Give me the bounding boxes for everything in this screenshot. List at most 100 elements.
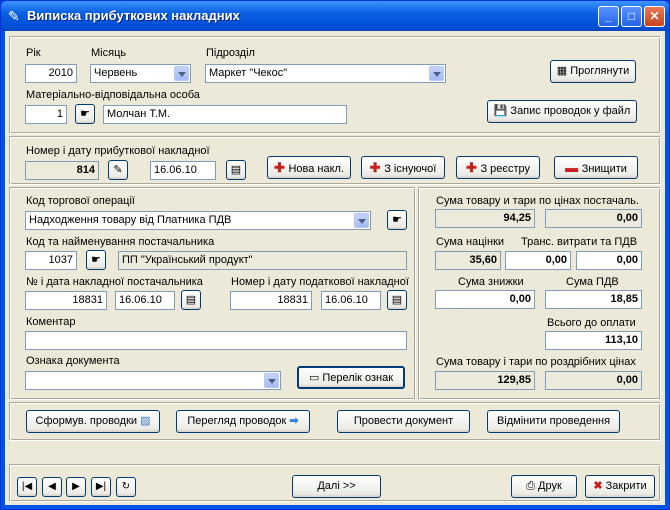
supplier-invoice-calendar-button[interactable]: ▤ bbox=[181, 290, 201, 310]
last-record-button[interactable]: ▶| bbox=[91, 477, 111, 497]
tax-invoice-number-field[interactable]: 18831 bbox=[230, 291, 312, 310]
chevron-down-icon[interactable] bbox=[354, 213, 369, 228]
year-field[interactable]: 2010 bbox=[25, 64, 77, 83]
plus-icon: ✚ bbox=[369, 160, 385, 175]
edit-note-icon: ✎ bbox=[113, 164, 123, 176]
division-value: Маркет "Чекос" bbox=[209, 67, 288, 79]
save-postings-button[interactable]: 💾 Запис проводок у файл bbox=[487, 100, 637, 123]
retail-prices-label: Сума товару і тари по роздрібних цінах bbox=[436, 356, 636, 368]
marks-list-button[interactable]: ▭ Перелік ознак bbox=[297, 366, 405, 389]
arrow-right-icon: ➡ bbox=[286, 415, 299, 427]
supplier-name-field: ПП "Український продукт" bbox=[118, 251, 407, 270]
vat-label: Сума ПДВ bbox=[566, 276, 619, 288]
supplier-lookup-button[interactable]: ☛ bbox=[86, 250, 106, 270]
review-postings-label: Перегляд проводок bbox=[187, 415, 287, 427]
calendar-icon: ▤ bbox=[391, 294, 403, 306]
close-label: Закрити bbox=[605, 480, 647, 492]
first-record-button[interactable]: |◀ bbox=[17, 477, 37, 497]
list-icon: ▭ bbox=[308, 372, 323, 384]
comment-field[interactable] bbox=[25, 331, 407, 350]
form-postings-button[interactable]: Сформув. проводки ▧ bbox=[26, 410, 160, 433]
next-page-label: Далі >> bbox=[317, 480, 356, 492]
invoice-edit-button[interactable]: ✎ bbox=[108, 160, 128, 180]
invoice-date-calendar-button[interactable]: ▤ bbox=[226, 160, 246, 180]
transport-label: Транс. витрати та ПДВ bbox=[521, 236, 638, 248]
view-button-label: Проглянути bbox=[570, 65, 630, 77]
supplier-prices-label: Сума товару и тари по цінах постачаль. bbox=[436, 195, 640, 207]
close-icon: ✕ bbox=[649, 9, 660, 23]
transport-field-2[interactable]: 0,00 bbox=[576, 251, 642, 270]
markup-label: Сума націнки bbox=[436, 236, 505, 248]
resp-code-field[interactable]: 1 bbox=[25, 105, 67, 124]
month-label: Місяць bbox=[91, 47, 127, 59]
supplier-invoice-number-field[interactable]: 18831 bbox=[25, 291, 107, 310]
resp-lookup-button[interactable]: ☛ bbox=[75, 104, 95, 124]
print-label: Друк bbox=[538, 480, 562, 492]
maximize-icon: □ bbox=[627, 9, 636, 23]
vat-field[interactable]: 18,85 bbox=[545, 290, 642, 309]
scroll-icon: ▧ bbox=[137, 415, 151, 427]
print-button[interactable]: ⎙ Друк bbox=[511, 475, 577, 498]
window-title: Виписка прибуткових накладних bbox=[27, 8, 240, 23]
review-postings-button[interactable]: Перегляд проводок ➡ bbox=[176, 410, 310, 433]
operation-label: Код торгової операції bbox=[26, 195, 135, 207]
previous-record-button[interactable]: ◀ bbox=[42, 477, 62, 497]
calendar-icon: ▤ bbox=[185, 294, 197, 306]
view-icon: ▦ bbox=[556, 65, 571, 77]
floppy-disk-icon: 💾 bbox=[493, 105, 511, 117]
calendar-icon: ▤ bbox=[230, 164, 242, 176]
cancel-posting-button[interactable]: Відмінити проведення bbox=[487, 410, 620, 433]
invoice-date-field[interactable]: 16.06.10 bbox=[150, 161, 216, 180]
tax-invoice-calendar-button[interactable]: ▤ bbox=[387, 290, 407, 310]
invoice-label: Номер і дату прибуткової накладної bbox=[26, 145, 210, 157]
invoice-number-field[interactable]: 814 bbox=[25, 161, 99, 180]
next-record-icon: ▶ bbox=[72, 481, 80, 492]
post-document-button[interactable]: Провести документ bbox=[337, 410, 470, 433]
supplier-label: Код та найменування постачальника bbox=[26, 236, 215, 248]
supplier-prices-tare-field: 0,00 bbox=[545, 209, 642, 228]
minimize-button[interactable]: _ bbox=[598, 6, 619, 27]
delete-invoice-button[interactable]: ▬ Знищити bbox=[554, 156, 638, 179]
division-select[interactable]: Маркет "Чекос" bbox=[205, 64, 446, 83]
supplier-invoice-date-field[interactable]: 16.06.10 bbox=[115, 291, 175, 310]
doc-mark-select[interactable] bbox=[25, 371, 281, 390]
operation-lookup-button[interactable]: ☛ bbox=[387, 210, 407, 230]
chevron-down-icon[interactable] bbox=[174, 66, 189, 81]
operation-select[interactable]: Надходження товару від Платника ПДВ bbox=[25, 211, 371, 230]
cancel-posting-label: Відмінити проведення bbox=[496, 415, 611, 427]
chevron-down-icon[interactable] bbox=[264, 373, 279, 388]
first-record-icon: |◀ bbox=[21, 481, 33, 492]
printer-icon: ⎙ bbox=[526, 480, 539, 492]
close-window-button[interactable]: ✕ bbox=[644, 6, 665, 27]
transport-field-1[interactable]: 0,00 bbox=[505, 251, 571, 270]
minus-icon: ▬ bbox=[565, 160, 582, 175]
new-invoice-label: Нова накл. bbox=[288, 163, 345, 175]
from-registry-label: З реєстру bbox=[480, 163, 531, 175]
next-record-button[interactable]: ▶ bbox=[66, 477, 86, 497]
view-button[interactable]: ▦ Проглянути bbox=[550, 60, 636, 83]
comment-label: Коментар bbox=[26, 316, 76, 328]
chevron-down-icon[interactable] bbox=[429, 66, 444, 81]
discount-field[interactable]: 0,00 bbox=[435, 290, 535, 309]
plus-icon: ✚ bbox=[465, 160, 481, 175]
resp-name-field[interactable]: Молчан Т.М. bbox=[103, 105, 347, 124]
from-existing-button[interactable]: ✚ З існуючої bbox=[361, 156, 445, 179]
new-invoice-button[interactable]: ✚ Нова накл. bbox=[267, 156, 351, 179]
form-postings-label: Сформув. проводки bbox=[35, 415, 138, 427]
month-select[interactable]: Червень bbox=[90, 64, 191, 83]
refresh-button[interactable]: ↻ bbox=[116, 477, 136, 497]
supplier-invoice-label: № і дата накладної постачальника bbox=[26, 276, 203, 288]
title-bar: ✎ Виписка прибуткових накладних _ □ ✕ bbox=[1, 1, 669, 31]
resp-person-label: Матеріально-відповідальна особа bbox=[26, 89, 200, 101]
tax-invoice-date-field[interactable]: 16.06.10 bbox=[321, 291, 381, 310]
close-button[interactable]: ✖ Закрити bbox=[585, 475, 655, 498]
supplier-code-field[interactable]: 1037 bbox=[25, 251, 77, 270]
from-registry-button[interactable]: ✚ З реєстру bbox=[456, 156, 540, 179]
doc-mark-label: Ознака документа bbox=[26, 355, 120, 367]
next-page-button[interactable]: Далі >> bbox=[292, 475, 381, 498]
supplier-prices-goods-field: 94,25 bbox=[435, 209, 535, 228]
hand-pointer-icon: ☛ bbox=[392, 214, 402, 226]
from-existing-label: З існуючої bbox=[384, 163, 437, 175]
retail-prices-tare-field: 0,00 bbox=[545, 371, 642, 390]
maximize-button[interactable]: □ bbox=[621, 6, 642, 27]
